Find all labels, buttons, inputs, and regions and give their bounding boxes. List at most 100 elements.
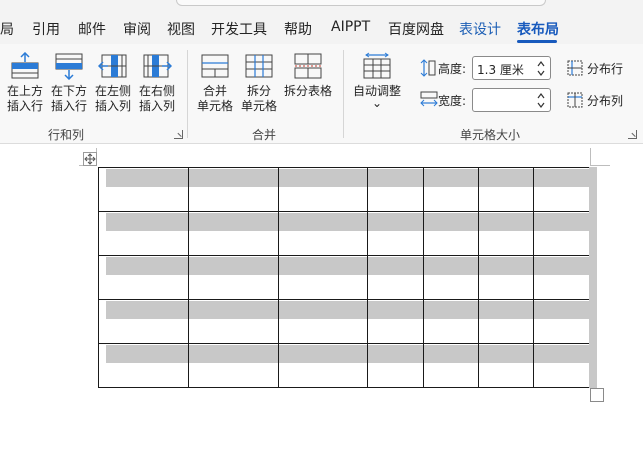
insert-below-label-2: 插入行 xyxy=(50,99,87,113)
distribute-rows-button[interactable]: 分布行 xyxy=(567,58,631,78)
table-cell[interactable] xyxy=(278,167,368,212)
tab-table-design[interactable]: 表设计 xyxy=(459,19,501,39)
insert-left-label-1: 在左侧 xyxy=(94,84,131,98)
spin-down-icon[interactable] xyxy=(537,69,545,77)
tab-help[interactable]: 帮助 xyxy=(284,19,312,39)
insert-right-label-1: 在右侧 xyxy=(138,84,175,98)
width-label: 宽度: xyxy=(438,94,467,108)
row-height-icon xyxy=(420,59,436,77)
split-table-label: 拆分表格 xyxy=(283,84,332,98)
insert-row-above-icon xyxy=(11,52,39,79)
merge-cells-label-2: 单元格 xyxy=(196,99,233,113)
table-cell[interactable] xyxy=(188,343,279,388)
insert-right-button[interactable]: 在右侧 插入列 xyxy=(138,52,176,114)
cell-shading xyxy=(189,213,278,231)
table-cell[interactable] xyxy=(533,299,590,344)
tab-table-layout[interactable]: 表布局 xyxy=(517,19,559,39)
cell-shading xyxy=(279,213,367,231)
cell-shading xyxy=(479,301,533,319)
table-cell[interactable] xyxy=(478,343,534,388)
table-cell[interactable] xyxy=(367,167,424,212)
insert-above-label-1: 在上方 xyxy=(6,84,43,98)
distribute-columns-label: 分布列 xyxy=(587,94,624,108)
tab-developer[interactable]: 开发工具 xyxy=(211,19,267,39)
cell-shading xyxy=(189,257,278,275)
split-cells-button[interactable]: 拆分 单元格 xyxy=(240,52,278,114)
tab-view[interactable]: 视图 xyxy=(167,19,195,39)
table-cell[interactable] xyxy=(367,255,424,300)
distribute-columns-button[interactable]: 分布列 xyxy=(567,90,631,110)
table-cell[interactable] xyxy=(98,343,189,388)
table-cell[interactable] xyxy=(533,167,590,212)
table-cell[interactable] xyxy=(423,255,479,300)
table-cell[interactable] xyxy=(367,343,424,388)
table-cell[interactable] xyxy=(98,167,189,212)
spin-up-icon[interactable] xyxy=(537,92,545,100)
table-cell[interactable] xyxy=(423,167,479,212)
table-cell[interactable] xyxy=(533,255,590,300)
split-table-button[interactable]: 拆分表格 xyxy=(283,52,333,99)
rows-cols-dialog-launcher-icon[interactable] xyxy=(174,130,183,139)
group-label-merge: 合并 xyxy=(251,128,276,142)
cell-shading xyxy=(479,345,533,363)
table-cell[interactable] xyxy=(188,299,279,344)
table-cell[interactable] xyxy=(278,255,368,300)
table-cell[interactable] xyxy=(533,343,590,388)
cell-shading xyxy=(368,301,423,319)
cell-shading xyxy=(479,169,533,187)
table-cell[interactable] xyxy=(478,299,534,344)
cell-shading xyxy=(189,345,278,363)
tab-references[interactable]: 引用 xyxy=(32,19,60,39)
merge-cells-button[interactable]: 合并 单元格 xyxy=(196,52,234,114)
spin-down-icon[interactable] xyxy=(537,101,545,109)
table-cell[interactable] xyxy=(278,299,368,344)
table-cell[interactable] xyxy=(478,255,534,300)
table-cell[interactable] xyxy=(478,211,534,256)
split-cells-label-2: 单元格 xyxy=(240,99,277,113)
table-cell[interactable] xyxy=(533,211,590,256)
insert-below-label-1: 在下方 xyxy=(50,84,87,98)
table-cell[interactable] xyxy=(367,299,424,344)
cell-size-dialog-launcher-icon[interactable] xyxy=(628,130,637,139)
group-separator xyxy=(343,50,344,138)
table-move-handle[interactable] xyxy=(83,152,97,166)
table-cell[interactable] xyxy=(423,343,479,388)
insert-below-button[interactable]: 在下方 插入行 xyxy=(50,52,88,114)
document-table[interactable] xyxy=(98,167,590,388)
table-cell[interactable] xyxy=(423,299,479,344)
table-cell[interactable] xyxy=(278,211,368,256)
table-cell[interactable] xyxy=(98,211,189,256)
split-cells-label-1: 拆分 xyxy=(246,84,271,98)
autofit-button[interactable]: 自动调整 ⌄ xyxy=(352,52,402,109)
table-cell[interactable] xyxy=(423,211,479,256)
table-resize-handle[interactable] xyxy=(590,388,604,402)
cell-shading xyxy=(106,345,188,363)
table-cell[interactable] xyxy=(188,255,279,300)
tab-review[interactable]: 审阅 xyxy=(123,19,151,39)
table-cell[interactable] xyxy=(188,211,279,256)
insert-column-left-icon xyxy=(98,54,127,78)
table-cell[interactable] xyxy=(98,299,189,344)
tab-mailings[interactable]: 邮件 xyxy=(78,19,106,39)
insert-left-button[interactable]: 在左侧 插入列 xyxy=(94,52,132,114)
tab-layout[interactable]: 局 xyxy=(0,19,14,39)
table-cell[interactable] xyxy=(367,211,424,256)
table-cell[interactable] xyxy=(278,343,368,388)
crop-mark xyxy=(590,148,591,166)
tab-aippt[interactable]: AIPPT xyxy=(331,19,370,35)
column-width-input[interactable] xyxy=(472,88,551,112)
distribute-rows-label: 分布行 xyxy=(587,62,624,76)
insert-above-button[interactable]: 在上方 插入行 xyxy=(6,52,44,114)
tab-baidu-netdisk[interactable]: 百度网盘 xyxy=(388,19,444,39)
row-height-input[interactable]: 1.3 厘米 xyxy=(472,56,551,80)
table-cell[interactable] xyxy=(188,167,279,212)
split-table-icon xyxy=(294,53,322,79)
cell-shading xyxy=(534,257,589,275)
cell-shading xyxy=(479,213,533,231)
document-page xyxy=(0,145,643,456)
table-cell[interactable] xyxy=(98,255,189,300)
search-box[interactable] xyxy=(176,0,546,6)
spin-up-icon[interactable] xyxy=(537,60,545,68)
table-cell[interactable] xyxy=(478,167,534,212)
distribute-columns-icon xyxy=(567,92,583,108)
